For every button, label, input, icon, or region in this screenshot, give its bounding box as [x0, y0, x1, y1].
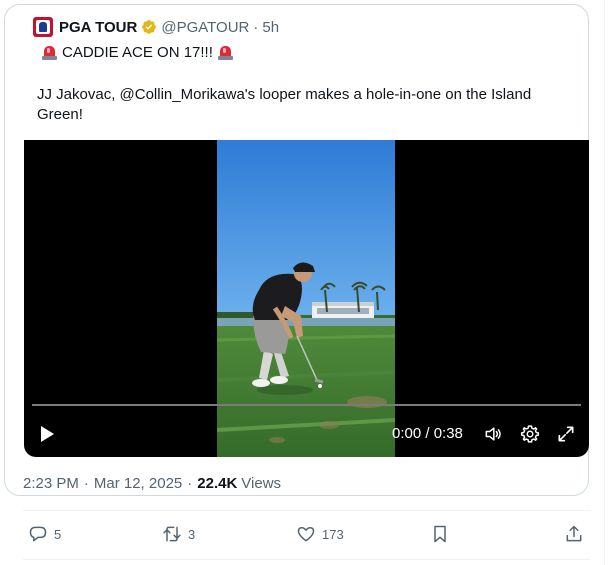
verified-badge-icon — [142, 20, 157, 34]
bookmark-icon — [434, 525, 446, 543]
play-icon[interactable] — [38, 424, 56, 444]
views-label: Views — [241, 475, 282, 492]
video-progress-bar[interactable] — [32, 404, 581, 406]
tweet-time-ago[interactable]: 5h — [262, 19, 279, 36]
reply-icon — [29, 526, 47, 542]
repost-icon — [163, 526, 181, 542]
siren-icon — [217, 44, 234, 61]
repost-button[interactable]: 3 — [162, 524, 195, 544]
reply-button[interactable]: 5 — [28, 524, 61, 544]
like-button[interactable]: 173 — [296, 524, 344, 544]
tweet-time[interactable]: 2:23 PM — [23, 475, 79, 492]
share-icon — [566, 525, 582, 542]
bookmark-button[interactable] — [430, 524, 456, 544]
reply-count: 5 — [54, 526, 62, 542]
meta-dot: · — [187, 475, 193, 492]
like-icon — [297, 527, 315, 542]
headline-text: CADDIE ACE ON 17!!! — [62, 44, 213, 61]
video-time: 0:00 / 0:38 — [392, 425, 463, 442]
volume-icon[interactable] — [483, 424, 503, 444]
tweet-header: PGA TOUR @PGATOUR · 5h — [33, 17, 279, 37]
divider — [23, 510, 590, 511]
tweet-date[interactable]: Mar 12, 2025 — [94, 475, 182, 492]
meta-dot: · — [83, 475, 89, 492]
views-count: 22.4K — [197, 475, 238, 492]
repost-count: 3 — [188, 526, 196, 542]
action-bar: 5 3 173 — [0, 520, 611, 550]
fullscreen-icon[interactable] — [556, 424, 576, 444]
pga-tour-logo[interactable] — [33, 17, 53, 37]
share-button[interactable] — [564, 524, 590, 544]
tweet-headline: CADDIE ACE ON 17!!! — [37, 44, 238, 61]
header-separator: · — [253, 18, 259, 36]
siren-icon — [41, 44, 58, 61]
divider — [23, 559, 590, 560]
video-frame — [217, 140, 395, 457]
like-count: 173 — [322, 526, 344, 542]
tweet-meta: 2:23 PM · Mar 12, 2025 · 22.4K Views — [23, 475, 281, 492]
gear-icon[interactable] — [520, 424, 540, 444]
tweet-body-text: JJ Jakovac, @Collin_Morikawa's looper ma… — [37, 86, 532, 123]
timeline-border — [604, 0, 605, 565]
author-name[interactable]: PGA TOUR — [59, 19, 137, 36]
video-player[interactable]: 0:00 / 0:38 — [24, 140, 589, 457]
author-handle[interactable]: @PGATOUR — [161, 19, 249, 36]
